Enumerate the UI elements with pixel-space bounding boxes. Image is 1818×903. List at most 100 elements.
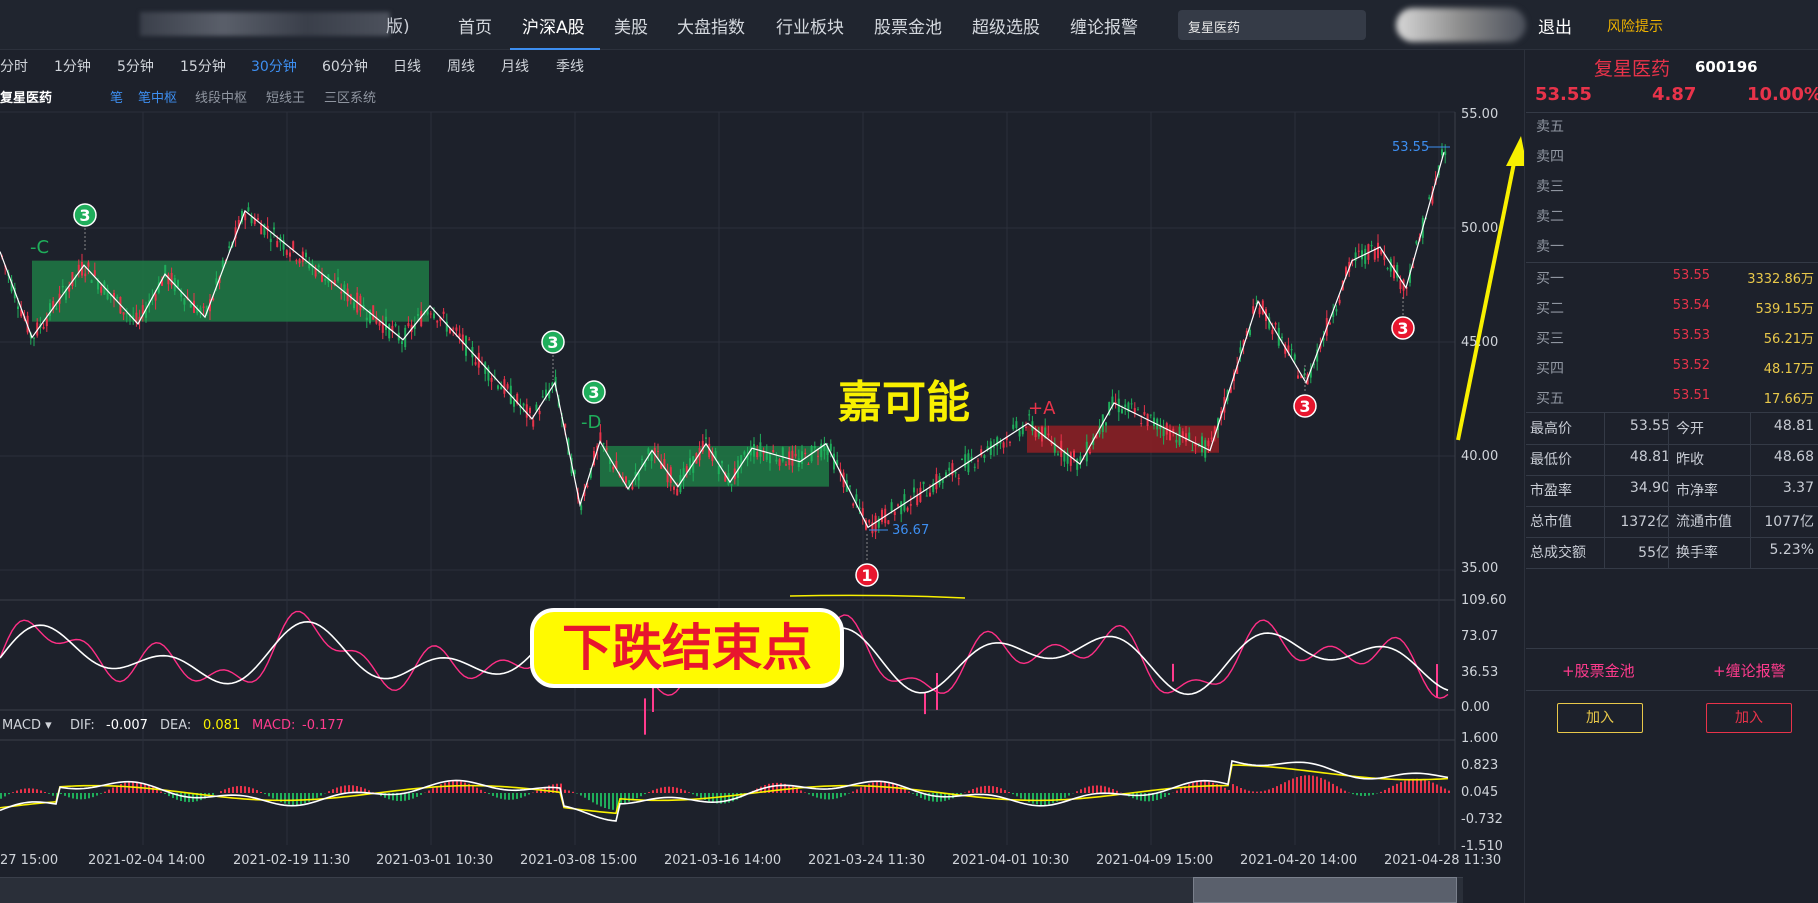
stat-cell: 最低价: [1530, 452, 1572, 468]
quote-panel: [1524, 50, 1818, 903]
bid-4-label: 买四: [1536, 361, 1564, 377]
macd-histogram-bar: [1304, 775, 1306, 793]
macd-histogram-bar: [872, 782, 874, 793]
macd-histogram-bar: [852, 791, 854, 793]
divider: [1526, 506, 1818, 507]
candle-body: [1012, 424, 1015, 429]
candle-body: [538, 411, 541, 415]
candle-body: [954, 471, 957, 474]
candle-body: [1399, 280, 1402, 290]
macd-histogram-bar: [896, 785, 898, 793]
panel-stock-code: 600196: [1695, 58, 1758, 76]
macd-histogram-bar: [1212, 782, 1214, 793]
macd-histogram-bar: [592, 793, 594, 803]
candle-body: [650, 454, 653, 461]
candle-body: [68, 287, 71, 292]
stat-cell: 1077亿: [1764, 514, 1814, 530]
macd-histogram-bar: [448, 781, 450, 793]
macd-histogram-bar: [1192, 782, 1194, 793]
macd-histogram-bar: [12, 792, 14, 793]
candle-body: [964, 454, 967, 468]
macd-histogram-bar: [440, 784, 442, 793]
tab-chan-alert[interactable]: +缠论报警: [1713, 660, 1786, 681]
candle-body: [541, 396, 544, 398]
macd-indicator-select[interactable]: MACD ▾: [2, 718, 52, 733]
ask-3-label: 卖三: [1536, 179, 1564, 195]
candle-body: [893, 511, 896, 516]
divider: [1526, 112, 1818, 113]
candle-body: [93, 270, 96, 277]
candle-body: [503, 379, 506, 394]
macd-histogram-bar: [408, 793, 410, 800]
add-to-alert-button[interactable]: 加入: [1706, 703, 1792, 733]
candle-body: [365, 317, 368, 321]
macd-histogram-bar: [696, 793, 698, 797]
macd-histogram-bar: [1360, 793, 1362, 796]
candle-body: [1207, 440, 1210, 447]
candle-body: [535, 404, 538, 411]
macd-histogram-bar: [1012, 793, 1014, 795]
candle-body: [1281, 336, 1283, 338]
candle-body: [580, 505, 583, 511]
macd-histogram-bar: [524, 793, 526, 797]
candle-body: [388, 324, 391, 339]
macd-histogram-bar: [1332, 783, 1334, 793]
macd-histogram-bar: [496, 793, 498, 798]
macd-histogram-bar: [1276, 786, 1278, 793]
ask-1-label: 卖一: [1536, 239, 1564, 255]
candle-body: [532, 420, 535, 427]
macd-axis-tick: -1.510: [1461, 839, 1503, 854]
candle-body: [273, 227, 275, 230]
macd-histogram-bar: [700, 793, 702, 799]
macd-histogram-bar: [1032, 793, 1034, 804]
macd-histogram-bar: [968, 790, 970, 793]
macd-histogram-bar: [412, 793, 414, 799]
candle-body: [260, 224, 263, 235]
candle-body: [785, 464, 787, 466]
macd-histogram-bar: [1424, 779, 1426, 793]
macd-histogram-bar: [272, 793, 274, 799]
macd-histogram-bar: [972, 788, 974, 793]
candle-body: [298, 258, 301, 264]
macd-histogram-bar: [912, 793, 914, 794]
candle-body: [394, 324, 397, 326]
macd-histogram-bar: [1380, 791, 1382, 793]
sell-point-3-marker-label: 3: [1397, 319, 1408, 338]
macd-histogram-bar: [20, 789, 22, 793]
candle-body: [529, 407, 531, 414]
divider: [1526, 537, 1818, 538]
macd-histogram-bar: [1112, 789, 1114, 793]
tab-stock-pool[interactable]: +股票金池: [1562, 660, 1635, 681]
candle-body: [17, 306, 19, 310]
candle-body: [903, 494, 906, 511]
candle-body: [452, 328, 455, 330]
candle-body: [359, 295, 362, 311]
macd-histogram-bar: [152, 787, 154, 793]
macd-histogram-bar: [1412, 778, 1414, 793]
macd-axis-tick: 0.823: [1461, 758, 1499, 773]
macd-histogram-bar: [4, 793, 6, 797]
add-to-pool-button[interactable]: 加入: [1557, 703, 1643, 733]
macd-histogram-bar: [916, 793, 918, 796]
macd-histogram-bar: [260, 791, 262, 793]
macd-histogram-bar: [240, 786, 242, 793]
candle-body: [820, 443, 823, 458]
candle-body: [407, 323, 410, 327]
macd-histogram-bar: [800, 790, 802, 793]
bid-5-volume: 17.66万: [1763, 392, 1814, 407]
price-axis-tick: 35.00: [1461, 561, 1499, 576]
candle-body: [177, 280, 179, 287]
kdj-bar: [1436, 664, 1438, 698]
candle-body: [436, 320, 439, 323]
chart-scrollbar-thumb[interactable]: [1193, 877, 1457, 903]
kdj-bar: [1172, 663, 1174, 682]
candle-body: [122, 312, 125, 315]
panel-change: 4.87: [1652, 84, 1697, 105]
macd-histogram-bar: [1220, 785, 1222, 793]
divider: [1604, 412, 1605, 568]
pivot-label-a: +A: [1028, 398, 1056, 419]
macd-histogram-bar: [1416, 778, 1418, 793]
candle-body: [957, 477, 960, 479]
macd-histogram-bar: [604, 793, 606, 809]
candle-body: [1105, 422, 1107, 426]
